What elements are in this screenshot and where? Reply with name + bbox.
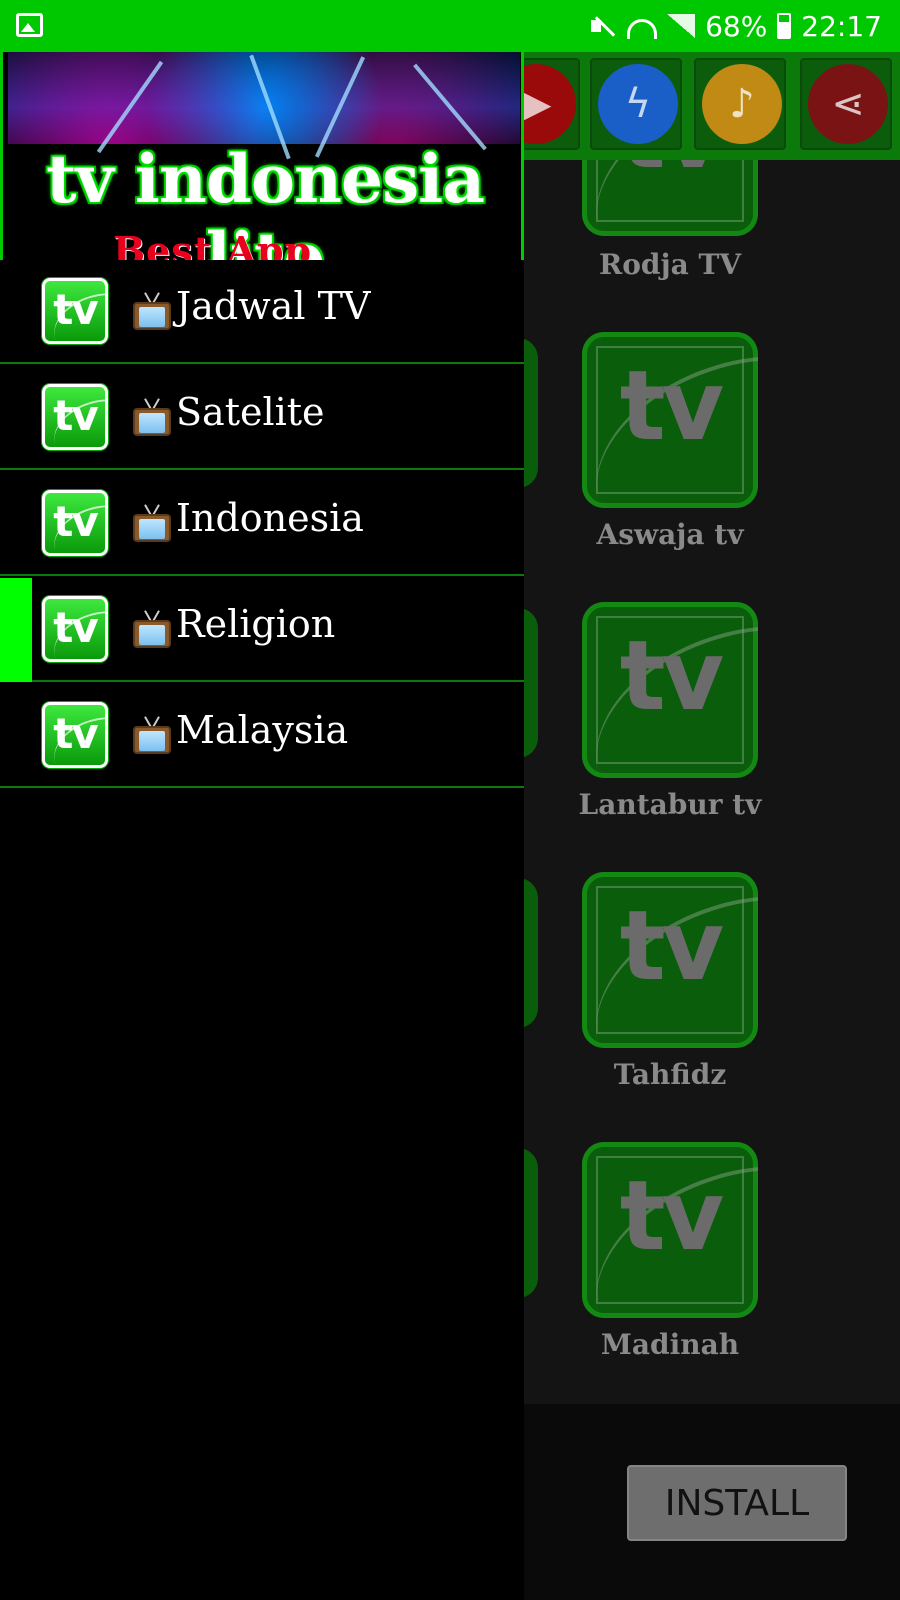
channel-tile-lantabur[interactable]: tv bbox=[582, 602, 758, 778]
battery-percent: 68% bbox=[705, 9, 768, 43]
menu-item-label: Jadwal TV bbox=[176, 284, 371, 328]
channel-label: Aswaja tv bbox=[596, 518, 744, 551]
television-icon bbox=[133, 610, 171, 650]
tv-logo-icon: tv bbox=[42, 702, 108, 768]
drawer-header: tv indonesia lite Best App Streaming bbox=[0, 52, 524, 260]
battery-icon bbox=[777, 13, 792, 39]
notification-button[interactable]: ♪ bbox=[694, 58, 786, 150]
bell-icon: ♪ bbox=[702, 64, 782, 144]
menu-item-religion[interactable]: tv Religion bbox=[0, 578, 524, 682]
channel-label: Lantabur tv bbox=[578, 788, 762, 821]
tv-logo-icon: tv bbox=[42, 384, 108, 450]
status-icons: 68% 22:17 bbox=[589, 8, 882, 44]
menu-item-label: Religion bbox=[176, 602, 336, 646]
channel-tile-tahfidz[interactable]: tv bbox=[582, 872, 758, 1048]
status-bar: 68% 22:17 bbox=[0, 0, 900, 52]
menu-item-malaysia[interactable]: tv Malaysia bbox=[0, 684, 524, 788]
signal-icon bbox=[667, 14, 696, 38]
channel-label: Rodja TV bbox=[598, 248, 742, 281]
channel-tile-madinah[interactable]: tv bbox=[582, 1142, 758, 1318]
menu-item-label: Malaysia bbox=[176, 708, 349, 752]
share-button[interactable]: ⋖ bbox=[800, 58, 892, 150]
messenger-button[interactable]: ϟ bbox=[590, 58, 682, 150]
television-icon bbox=[133, 504, 171, 544]
tv-logo-icon: tv bbox=[42, 596, 108, 662]
tv-logo-icon: tv bbox=[42, 278, 108, 344]
channel-label: Tahfidz bbox=[613, 1058, 727, 1091]
television-icon bbox=[133, 398, 171, 438]
menu-item-jadwal-tv[interactable]: tv Jadwal TV bbox=[0, 260, 524, 364]
television-icon bbox=[133, 716, 171, 756]
active-indicator bbox=[0, 578, 32, 682]
install-button[interactable]: INSTALL bbox=[627, 1465, 847, 1541]
menu-item-indonesia[interactable]: tv Indonesia bbox=[0, 472, 524, 576]
concert-banner-image bbox=[8, 52, 520, 160]
menu-item-label: Indonesia bbox=[176, 496, 364, 540]
gallery-icon bbox=[16, 13, 43, 37]
share-icon: ⋖ bbox=[808, 64, 888, 144]
navigation-drawer: tv indonesia lite Best App Streaming tv … bbox=[0, 52, 524, 1600]
messenger-icon: ϟ bbox=[598, 64, 678, 144]
television-icon bbox=[133, 292, 171, 332]
app-subtitle: Best App Streaming bbox=[113, 228, 313, 260]
mute-icon bbox=[589, 12, 617, 40]
menu-item-label: Satelite bbox=[176, 390, 325, 434]
channel-label: Madinah bbox=[600, 1328, 740, 1361]
wifi-icon bbox=[627, 19, 658, 39]
clock: 22:17 bbox=[801, 9, 882, 43]
menu-item-satelite[interactable]: tv Satelite bbox=[0, 366, 524, 470]
tv-logo-icon: tv bbox=[42, 490, 108, 556]
channel-tile-aswaja[interactable]: tv bbox=[582, 332, 758, 508]
